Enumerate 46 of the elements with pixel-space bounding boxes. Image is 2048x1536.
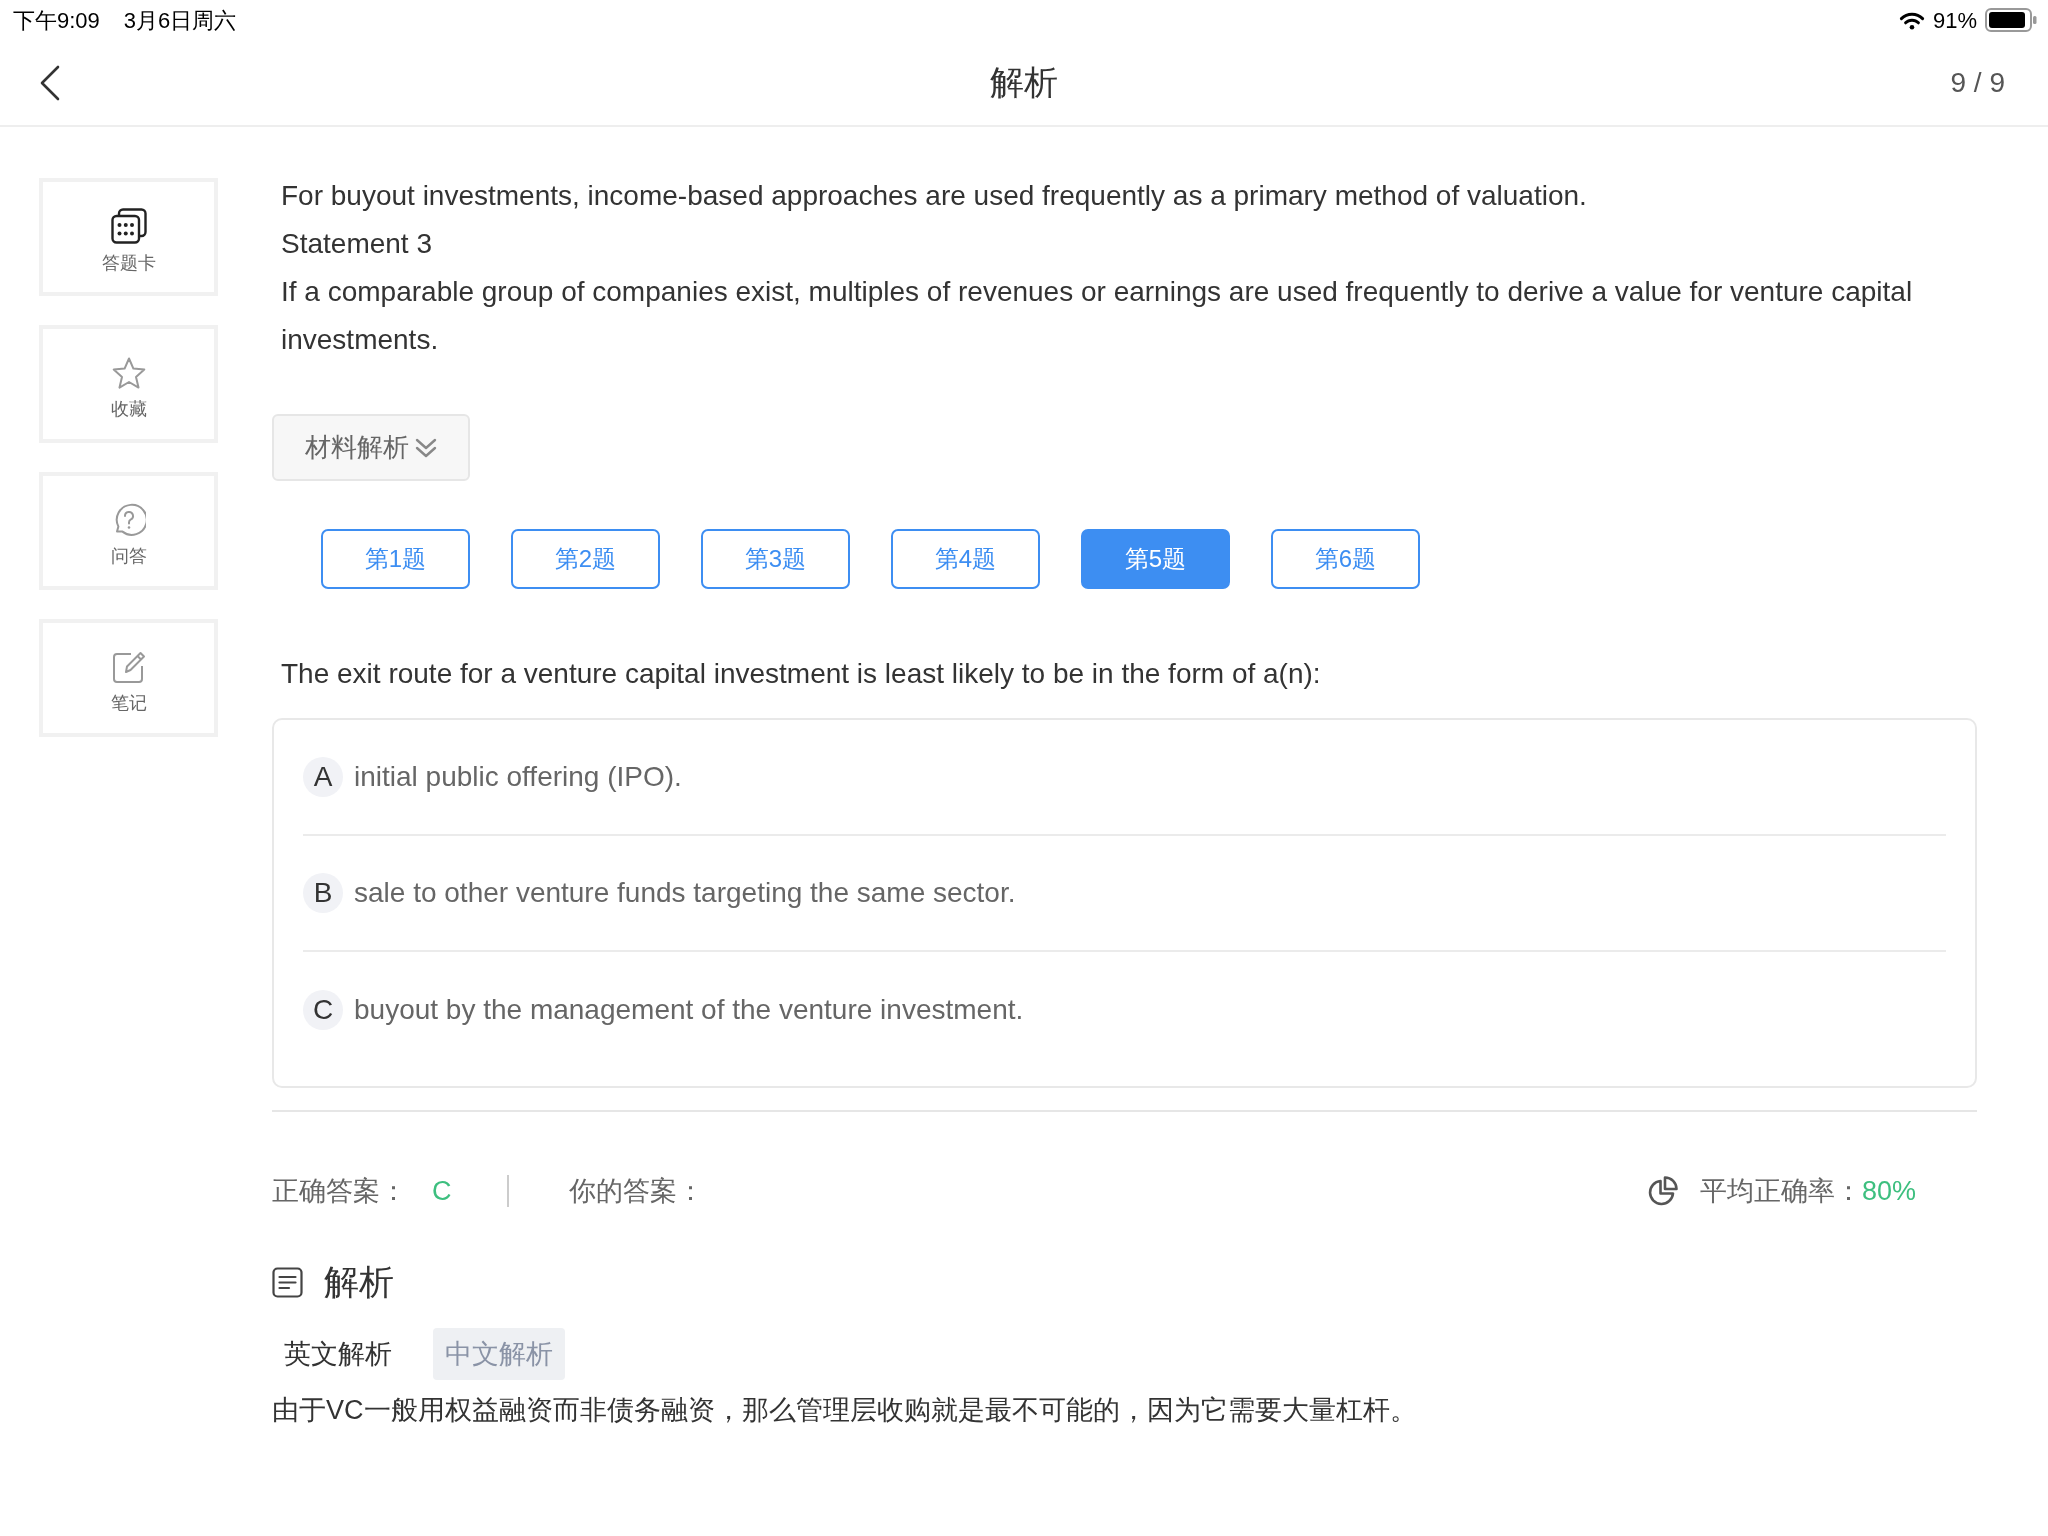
question-tab[interactable]: 第2题 <box>511 529 660 589</box>
edit-icon <box>111 650 146 684</box>
sidebar-item[interactable]: 答题卡 <box>39 178 218 296</box>
your-answer-label: 你的答案： <box>568 1174 704 1208</box>
option-letter: C <box>303 990 343 1030</box>
double-chevron-down-icon <box>415 437 437 458</box>
option-letter: B <box>303 873 343 913</box>
correct-answer-value: C <box>432 1174 452 1208</box>
sidebar-item[interactable]: 笔记 <box>39 619 218 737</box>
analysis-text: 由于VC一般用权益融资而非债务融资，那么管理层收购就是最不可能的，因为它需要大量杠杆。 <box>272 1394 1418 1427</box>
correct-answer-label: 正确答案： <box>272 1174 407 1208</box>
option-text: initial public offering (IPO). <box>354 760 682 794</box>
page-counter: 9 / 9 <box>1950 65 2005 100</box>
battery-icon <box>1985 8 2037 32</box>
answer-option[interactable]: B sale to other venture funds targeting the same sector. <box>303 836 1946 952</box>
list-icon <box>272 1266 303 1298</box>
battery-percent: 91% <box>1932 6 1977 35</box>
status-date: 3月6日周六 <box>123 6 237 35</box>
chevron-left-icon <box>40 64 60 101</box>
sidebar-item[interactable]: 收藏 <box>39 325 218 443</box>
material-toggle[interactable]: 材料解析 <box>272 414 470 481</box>
option-text: buyout by the management of the venture investment. <box>354 993 1024 1027</box>
sidebar-item[interactable]: 问答 <box>39 472 218 590</box>
option-text: sale to other venture funds targeting the same sector. <box>354 876 1016 910</box>
average-accuracy-label: 平均正确率： <box>1699 1174 1862 1208</box>
question-tab[interactable]: 第4题 <box>891 529 1040 589</box>
question-text: The exit route for a venture capital investment is least likely to be in the form of a(n): <box>280 657 1322 691</box>
wifi-icon <box>1898 10 1925 30</box>
option-letter: A <box>303 757 343 797</box>
material-text: Statement 3 <box>281 227 433 261</box>
question-tab[interactable]: 第1题 <box>321 529 470 589</box>
page-title: 解析 <box>990 62 1058 103</box>
answer-option[interactable]: A initial public offering (IPO). <box>303 720 1946 836</box>
section-title: 解析 <box>324 1260 394 1303</box>
material-text: If a comparable group of companies exist, multiples of revenues or earnings are used frequently to derive a value for venture capital investments. <box>281 275 1914 357</box>
answer-option[interactable]: C buyout by the management of the venture investment. <box>303 952 1946 1068</box>
analysis-tab[interactable]: 英文解析 <box>272 1328 404 1380</box>
question-tab[interactable]: 第3题 <box>701 529 850 589</box>
star-icon <box>111 356 146 390</box>
question-tab[interactable]: 第5题 <box>1081 529 1230 589</box>
average-accuracy-value: 80% <box>1861 1174 1916 1208</box>
status-time: 下午9:09 <box>13 6 100 35</box>
material-text: For buyout investments, income-based approaches are used frequently as a primary method of valuation. <box>281 179 1588 213</box>
pie-chart-icon <box>1647 1176 1678 1206</box>
question-tab[interactable]: 第6题 <box>1271 529 1420 589</box>
card-stack-icon <box>110 208 147 244</box>
